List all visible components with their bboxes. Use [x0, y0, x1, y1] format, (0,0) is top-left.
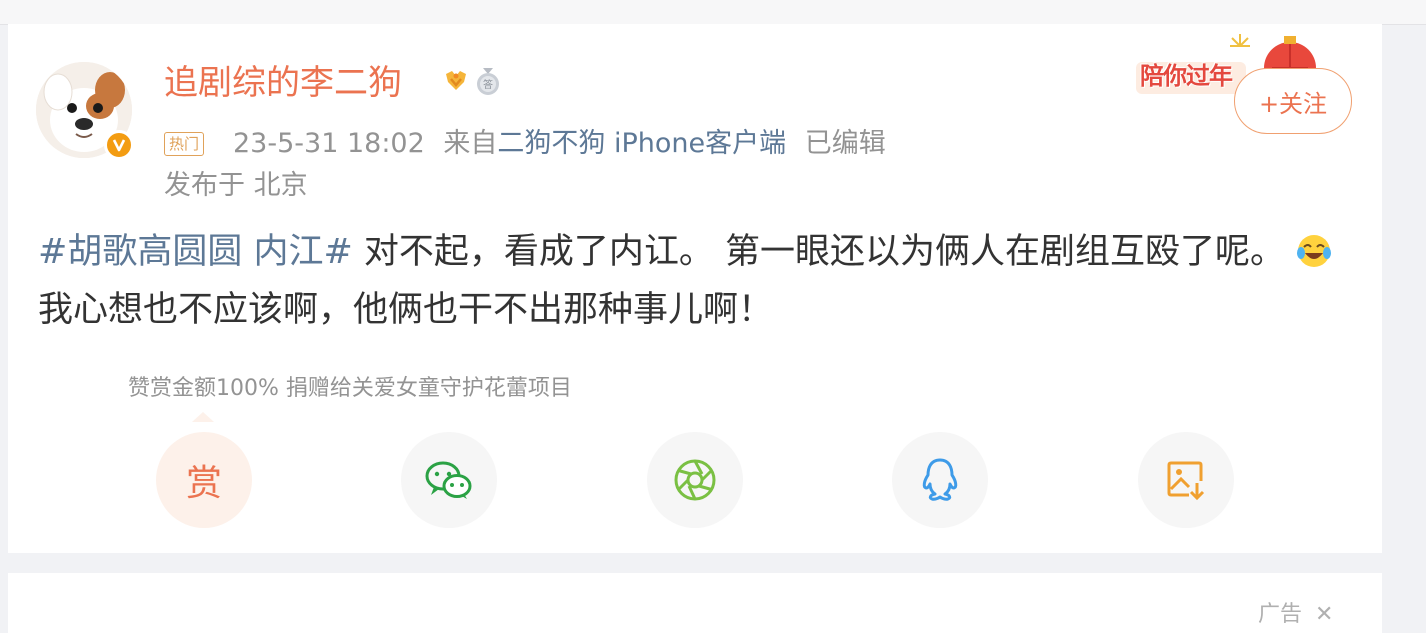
reward-caret [192, 412, 214, 422]
post-timestamp: 23-5-31 18:02 [233, 128, 425, 159]
gold-medal-icon [446, 71, 466, 90]
post-text-part1: 对不起，看成了内讧。 第一眼还以为俩人在剧组互殴了呢。 [352, 232, 1286, 272]
share-moments-button[interactable] [647, 432, 743, 528]
svg-text:答: 答 [483, 78, 493, 91]
hashtag-link[interactable]: #胡歌高圆圆 内江# [38, 232, 353, 272]
reward-button[interactable]: 赏 [156, 432, 252, 528]
share-qq-button[interactable] [892, 432, 988, 528]
reward-label: 赏 [185, 463, 222, 504]
source-link[interactable]: 二狗不狗 iPhone客户端 [497, 128, 786, 159]
share-wechat-button[interactable] [401, 432, 497, 528]
top-strip [0, 0, 1426, 25]
hot-badge: 热门 [164, 132, 205, 156]
ad-label[interactable]: 广告 ✕ [1258, 600, 1333, 630]
reward-note: 赞赏金额100% 捐赠给关爱女童守护花蕾项目 [128, 376, 572, 401]
qq-icon [922, 458, 958, 501]
follow-button[interactable]: +关注 [1234, 68, 1352, 134]
next-card [8, 573, 1382, 633]
moments-icon [674, 459, 716, 501]
festive-banner: 陪你过年 [1140, 62, 1233, 90]
post-body: #胡歌高圆圆 内江# 对不起，看成了内讧。 第一眼还以为俩人在剧组互殴了呢。 我… [38, 226, 1358, 336]
laughing-crying-emoji-icon [1296, 232, 1332, 284]
post-meta: 23-5-31 18:02 来自二狗不狗 iPhone客户端 已编辑 [233, 124, 886, 164]
silver-medal-icon: 答 [477, 68, 499, 95]
post-location: 发布于 北京 [164, 170, 308, 201]
username[interactable]: 追剧综的李二狗 [164, 60, 402, 106]
source-prefix: 来自 [443, 128, 498, 159]
post-text-part2: 我心想也不应该啊，他俩也干不出那种事儿啊！ [38, 290, 774, 330]
wechat-icon [425, 461, 472, 499]
save-image-icon [1167, 461, 1205, 501]
save-image-button[interactable] [1138, 432, 1234, 528]
edited-label: 已编辑 [804, 128, 886, 159]
verified-badge-icon [104, 130, 134, 160]
